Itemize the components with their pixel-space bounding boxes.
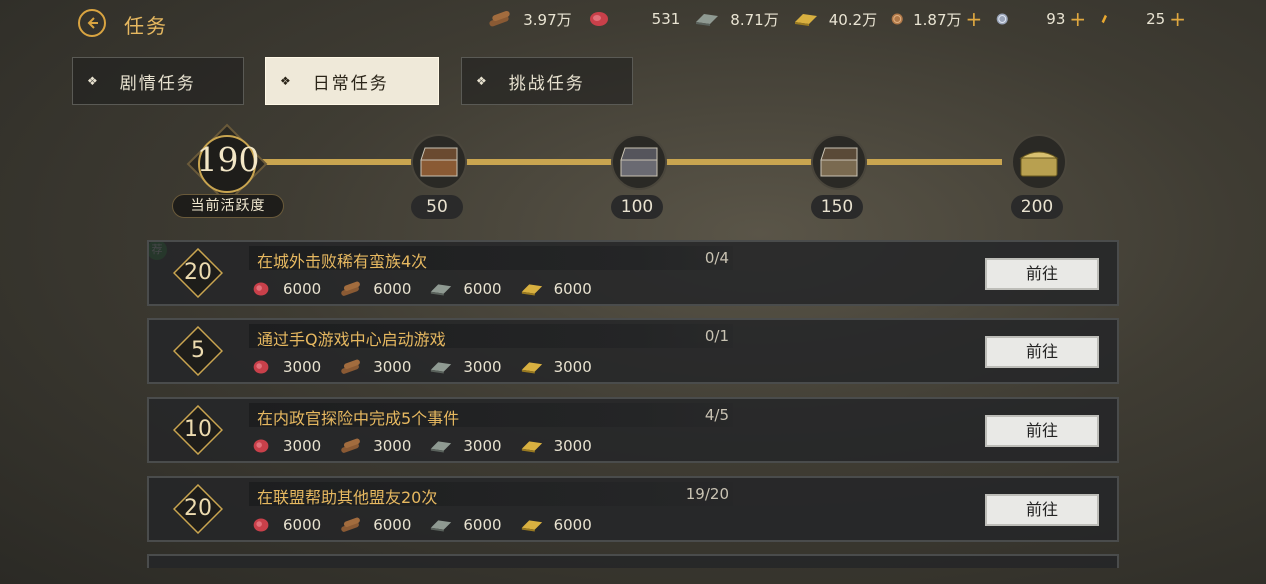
current-activity-label: 当前活跃度 (172, 194, 284, 218)
copper-coin-icon (891, 13, 903, 25)
silver-coin-icon (996, 13, 1009, 25)
chest-150[interactable] (811, 134, 867, 190)
task-row: 20 在联盟帮助其他盟友20次 19/20 6000 6000 6000 600… (147, 476, 1119, 542)
task-name: 在城外击败稀有蛮族4次 (257, 252, 428, 271)
task-rewards: 6000 6000 6000 6000 (249, 280, 610, 298)
resource-meat: 531 (586, 10, 680, 28)
meat-icon (253, 439, 269, 453)
diamond-icon: ❖ (476, 74, 489, 88)
task-points: 5 (191, 338, 205, 363)
task-progress: 4/5 (704, 406, 729, 424)
task-row-partial (147, 554, 1119, 568)
meat-icon (589, 12, 608, 26)
resource-jade: 25 + (1100, 9, 1186, 29)
task-rewards: 3000 3000 3000 3000 (249, 437, 610, 455)
iron-icon (696, 14, 719, 26)
wood-icon (489, 10, 510, 27)
task-name: 在联盟帮助其他盟友20次 (257, 488, 438, 507)
milestone-value: 200 (1011, 195, 1063, 219)
opened-chest-icon (820, 147, 858, 177)
task-name: 在内政官探险中完成5个事件 (257, 409, 460, 428)
go-button[interactable]: 前往 (985, 336, 1099, 368)
opened-chest-icon (620, 147, 658, 177)
resource-iron: 8.71万 (694, 9, 779, 30)
milestone-value: 100 (611, 195, 663, 219)
milestone-value: 150 (811, 195, 863, 219)
task-rewards: 3000 3000 3000 3000 (249, 358, 610, 376)
chest-100[interactable] (611, 134, 667, 190)
gold-chest-icon (1019, 151, 1059, 177)
add-silver-button[interactable]: + (1069, 9, 1086, 29)
page-title: 任务 (124, 14, 168, 38)
diamond-icon: ❖ (87, 74, 100, 88)
task-points: 10 (184, 417, 212, 442)
wood-icon (341, 438, 361, 453)
iron-icon (431, 284, 452, 296)
add-copper-button[interactable]: + (966, 9, 983, 29)
add-jade-button[interactable]: + (1169, 9, 1186, 29)
resource-gold: 40.2万 (793, 9, 877, 30)
tab-story-tasks[interactable]: ❖ 剧情任务 (72, 57, 244, 105)
task-progress: 0/1 (704, 327, 729, 345)
gold-icon (521, 362, 542, 374)
meat-icon (253, 518, 269, 532)
iron-icon (431, 441, 452, 453)
wood-icon (341, 281, 361, 296)
task-row: 10 在内政官探险中完成5个事件 4/5 3000 3000 3000 3000… (147, 397, 1119, 463)
back-arrow-icon (87, 17, 98, 29)
resource-wood: 3.97万 (487, 9, 572, 30)
resource-copper-coin: 1.87万 + (891, 9, 982, 30)
gold-icon (794, 14, 817, 26)
opened-chest-icon (420, 147, 458, 177)
iron-icon (431, 362, 452, 374)
jade-icon (1101, 14, 1108, 24)
go-button[interactable]: 前往 (985, 415, 1099, 447)
iron-icon (431, 520, 452, 532)
gold-icon (521, 520, 542, 532)
meat-icon (253, 282, 269, 296)
task-rewards: 6000 6000 6000 6000 (249, 516, 610, 534)
task-points: 20 (184, 496, 212, 521)
current-activity-value: 190 (196, 140, 260, 179)
task-progress: 0/4 (704, 249, 729, 267)
chest-200[interactable] (1011, 134, 1067, 190)
resource-bar: 3.97万 531 8.71万 40.2万 1.87万 + 93 + 25 + (473, 6, 1186, 32)
task-points: 20 (184, 260, 212, 285)
back-button[interactable] (78, 9, 106, 37)
milestone-value: 50 (411, 195, 463, 219)
resource-silver-coin: 93 + (996, 9, 1086, 29)
meat-icon (253, 360, 269, 374)
gold-icon (521, 284, 542, 296)
tab-daily-tasks[interactable]: ❖ 日常任务 (265, 57, 439, 105)
task-progress: 19/20 (685, 485, 729, 503)
diamond-icon: ❖ (280, 74, 293, 88)
task-row: 5 通过手Q游戏中心启动游戏 0/1 3000 3000 3000 3000 前… (147, 318, 1119, 384)
gold-icon (521, 441, 542, 453)
go-button[interactable]: 前往 (985, 258, 1099, 290)
task-name: 通过手Q游戏中心启动游戏 (257, 330, 446, 349)
wood-icon (341, 359, 361, 374)
task-row: 20 在城外击败稀有蛮族4次 0/4 6000 6000 6000 6000 前… (147, 240, 1119, 306)
tab-challenge-tasks[interactable]: ❖ 挑战任务 (461, 57, 633, 105)
go-button[interactable]: 前往 (985, 494, 1099, 526)
wood-icon (341, 517, 361, 532)
chest-50[interactable] (411, 134, 467, 190)
